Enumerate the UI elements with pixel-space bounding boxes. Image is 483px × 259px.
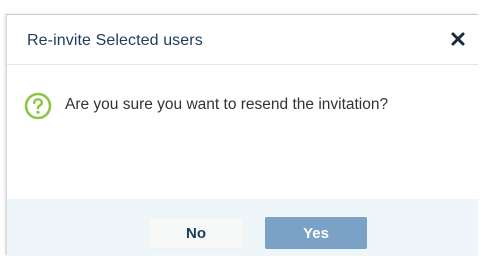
yes-button[interactable]: Yes: [265, 217, 367, 249]
reinvite-dialog: Re-invite Selected users Are you sure yo…: [6, 14, 478, 256]
page: Re-invite Selected users Are you sure yo…: [0, 0, 483, 259]
confirmation-message: Are you sure you want to resend the invi…: [65, 96, 389, 113]
close-icon: [451, 32, 465, 46]
dialog-title: Re-invite Selected users: [27, 32, 203, 49]
question-circle-icon: [24, 92, 52, 120]
no-button[interactable]: No: [148, 217, 244, 249]
dialog-body: Are you sure you want to resend the invi…: [7, 65, 478, 199]
dialog-footer: No Yes: [7, 199, 478, 256]
dialog-header: Re-invite Selected users: [7, 15, 478, 65]
close-button[interactable]: [448, 29, 468, 49]
